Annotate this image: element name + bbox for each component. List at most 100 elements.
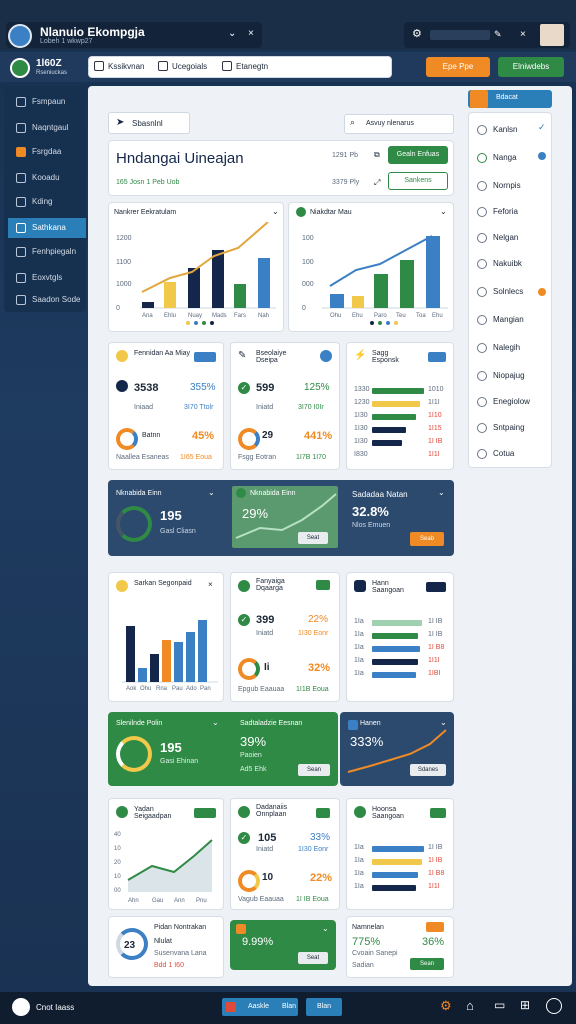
app-title: Nlanuio Ekompgja: [40, 25, 145, 39]
kpi-title: Fennidan Aa Miay: [134, 350, 191, 357]
gear-icon[interactable]: ⚙: [412, 27, 422, 40]
copy-icon[interactable]: ⧉: [374, 150, 380, 160]
search-input[interactable]: Kssikvnan: [108, 62, 144, 71]
brand: 1l60Z Rseniuckas: [10, 56, 84, 80]
chevron-down-icon[interactable]: ⌄: [438, 488, 445, 497]
row-value: 1I IB: [428, 618, 443, 625]
bar: [372, 846, 424, 852]
kpi-label: Iniatd: [256, 404, 274, 411]
tab-etanegtn[interactable]: Etanegtn: [236, 62, 268, 71]
card-button[interactable]: Sean: [410, 958, 444, 970]
close-icon[interactable]: ×: [248, 28, 254, 39]
x-tick: Ehu: [352, 313, 363, 319]
card-button[interactable]: Seat: [298, 952, 328, 964]
sidebar-item[interactable]: Kooadu: [8, 168, 86, 188]
kpi-badge: [428, 352, 446, 362]
chevron-down-icon[interactable]: ⌄: [272, 207, 279, 216]
chevron-down-icon[interactable]: ⌄: [440, 207, 447, 216]
sidebar-item[interactable]: Fsrgdaa: [8, 142, 86, 162]
check-icon: ✓: [238, 832, 250, 844]
profile-icon[interactable]: [546, 998, 562, 1014]
bar: [372, 427, 406, 433]
pen-icon[interactable]: ✎: [494, 29, 502, 40]
sidebar-item-label: Sathkana: [32, 223, 66, 232]
kpi-label: Batnn: [142, 432, 161, 439]
right-item-label: Enegiolow: [493, 397, 530, 406]
sidebar-icon: [16, 247, 26, 257]
user-menu[interactable]: [430, 30, 490, 40]
right-item-label: Nalegih: [493, 343, 521, 352]
right-item[interactable]: Mangian: [475, 311, 551, 329]
chevron-down-icon[interactable]: ⌄: [322, 924, 329, 933]
home-icon[interactable]: ⌂: [466, 998, 474, 1013]
band-button[interactable]: Sean: [298, 764, 330, 776]
right-item[interactable]: Nelgan: [475, 229, 551, 247]
start-icon[interactable]: [12, 998, 30, 1016]
donut: [238, 428, 260, 450]
bar: [372, 646, 420, 652]
chevron-down-icon[interactable]: ⌄: [208, 488, 215, 497]
pen-icon: ✎: [238, 350, 247, 361]
right-item[interactable]: Cotua: [475, 445, 551, 463]
right-item[interactable]: Sntpaing: [475, 419, 551, 437]
right-item[interactable]: Niopajug: [475, 367, 551, 385]
card-icon: [238, 806, 250, 818]
chart-bar: [188, 268, 200, 308]
sidebar-item[interactable]: Naqntgaul: [8, 118, 86, 138]
taskbar-item[interactable]: Blan: [282, 1003, 296, 1010]
avatar[interactable]: [540, 24, 564, 46]
band-label: Paoien: [240, 752, 262, 759]
right-item[interactable]: Nakuibk: [475, 255, 551, 273]
x-tick: Teu: [396, 313, 406, 319]
expand-icon[interactable]: ⤢: [374, 178, 380, 188]
chart-bar: [186, 632, 195, 682]
sidebar-icon: [16, 197, 26, 207]
gear-icon[interactable]: ⚙: [440, 998, 452, 1014]
header-secondary-button[interactable]: Sankens: [388, 172, 448, 190]
search-icon: ⌕: [350, 117, 356, 127]
sidebar-item-label: Kooadu: [32, 173, 60, 182]
taskbar-item[interactable]: Blan: [306, 998, 342, 1016]
right-item[interactable]: Enegiolow: [475, 393, 551, 411]
sidebar-item[interactable]: Fenhpiegaln: [8, 242, 86, 262]
right-item[interactable]: Feforia: [475, 203, 551, 221]
sidebar-item[interactable]: Eoxvtgls: [8, 268, 86, 288]
grid-icon[interactable]: ⊞: [520, 998, 530, 1012]
chevron-down-icon[interactable]: ⌄: [228, 28, 236, 39]
sidebar-item[interactable]: Saadon Sode: [8, 290, 86, 310]
row-label: 1330: [354, 386, 370, 393]
close-icon[interactable]: ×: [208, 580, 213, 589]
user-name: Bdacat: [496, 94, 518, 101]
dropdown-label: Sbasnlnl: [132, 119, 163, 128]
card-icon: [236, 924, 246, 934]
primary-green-button[interactable]: Elniwdebs: [498, 57, 564, 77]
right-item-label: Niopajug: [493, 371, 525, 380]
card-title: Yadan Seigaadpan: [134, 806, 172, 820]
tab-ucegoials[interactable]: Ucegoials: [172, 62, 207, 71]
header-primary-button[interactable]: Gealn Enfuas: [388, 146, 448, 164]
row-value: 1I B8: [428, 644, 445, 651]
band-button[interactable]: Seat: [298, 532, 328, 544]
kpi-percent: 22%: [310, 872, 333, 884]
primary-orange-button[interactable]: Epe Ppe: [426, 57, 490, 77]
sidebar-item[interactable]: Kding: [8, 192, 86, 212]
x-tick: Ohu: [330, 313, 341, 319]
sidebar-item-active[interactable]: Sathkana: [8, 218, 86, 238]
right-item[interactable]: Nornpis: [475, 177, 551, 195]
sidebar-item[interactable]: Fsmpaun: [8, 92, 86, 112]
chart-1-svg: 1200 1100 1000 0 Ana Ehlu Nuay Mads Fars…: [116, 222, 276, 325]
row-value: 1I1I: [428, 399, 440, 406]
search-input[interactable]: Asvuy nlenarus: [366, 120, 414, 127]
folder-icon[interactable]: ▭: [494, 998, 505, 1012]
card-label: Bdd 1 I60: [154, 962, 184, 969]
area-fill: [128, 840, 212, 892]
band-button[interactable]: Sdanes: [410, 764, 446, 776]
bar: [372, 388, 424, 394]
band-orange-button[interactable]: Seab: [410, 532, 444, 546]
stat-1: 1291 Pb: [332, 152, 359, 159]
taskbar-item[interactable]: Aaskle: [248, 1003, 269, 1010]
close-icon[interactable]: ×: [520, 29, 526, 40]
right-item[interactable]: Nalegih: [475, 339, 551, 357]
chevron-down-icon[interactable]: ⌄: [212, 718, 219, 727]
card-icon: [354, 806, 366, 818]
